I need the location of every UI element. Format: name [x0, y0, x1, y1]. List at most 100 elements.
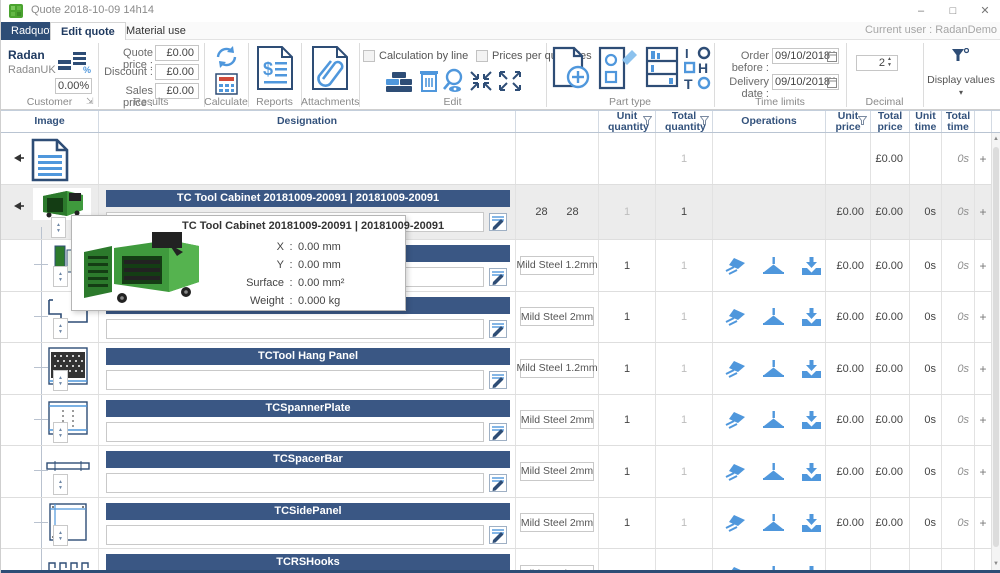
- expand-all-icon[interactable]: [498, 70, 522, 92]
- designation-header[interactable]: TCSidePanel: [106, 503, 510, 520]
- bend-operation-icon[interactable]: [763, 463, 784, 481]
- calculator-icon[interactable]: [215, 73, 238, 95]
- decimal-precision-spinner[interactable]: ▲▼: [887, 56, 892, 68]
- material-field[interactable]: Mild Steel 2mm: [520, 513, 594, 532]
- fold-operation-icon[interactable]: [801, 360, 822, 378]
- quantity-stepper[interactable]: ▲▼: [53, 370, 68, 391]
- designation-header[interactable]: TCTool Hang Panel: [106, 348, 510, 365]
- cut-operation-icon[interactable]: [725, 463, 746, 481]
- scroll-down-button[interactable]: ▼: [992, 558, 1000, 570]
- fold-operation-icon[interactable]: [801, 514, 822, 532]
- header-image[interactable]: Image: [1, 111, 99, 132]
- delivery-calendar-icon[interactable]: [827, 77, 837, 88]
- header-total-quantity[interactable]: Total quantity: [656, 111, 713, 132]
- tab-edit-quote[interactable]: Edit quote: [50, 22, 126, 40]
- material-field[interactable]: Mild Steel 2mm: [520, 410, 594, 429]
- cut-operation-icon[interactable]: [725, 257, 746, 275]
- add-part-icon[interactable]: [552, 46, 590, 90]
- add-operation-button[interactable]: +: [975, 498, 992, 548]
- order-calendar-icon[interactable]: [827, 51, 837, 62]
- cut-operation-icon[interactable]: [725, 360, 746, 378]
- customer-discount-field[interactable]: 0.00%: [55, 78, 92, 94]
- display-values-label[interactable]: Display values: [923, 74, 999, 86]
- fold-operation-icon[interactable]: [801, 411, 822, 429]
- edit-designation-icon[interactable]: [489, 320, 507, 338]
- discount-field[interactable]: £0.00: [155, 64, 199, 80]
- fold-operation-icon[interactable]: [801, 257, 822, 275]
- preview-icon[interactable]: [441, 68, 465, 93]
- header-total-price[interactable]: Total price: [871, 111, 910, 132]
- calculation-by-line-checkbox[interactable]: [363, 50, 375, 62]
- cut-operation-icon[interactable]: [725, 308, 746, 326]
- quantity-stepper[interactable]: ▲▼: [51, 217, 66, 238]
- material-field[interactable]: Mild Steel 1.2mm: [520, 256, 594, 275]
- edit-designation-icon[interactable]: [489, 423, 507, 441]
- quantity-stepper[interactable]: ▲▼: [53, 525, 68, 546]
- scrollbar-thumb[interactable]: [993, 147, 999, 547]
- table-row-part[interactable]: ▲▼ TCSpannerPlate Mild Steel 2mm 1 1: [1, 395, 1000, 446]
- fold-operation-icon[interactable]: [801, 463, 822, 481]
- header-unit-time[interactable]: Unit time: [910, 111, 942, 132]
- header-operations[interactable]: Operations: [713, 111, 826, 132]
- bend-operation-icon[interactable]: [763, 308, 784, 326]
- table-row-part[interactable]: ▲▼ TCTool Hang Panel Mild Steel 1.2mm 1 …: [1, 343, 1000, 395]
- tab-material-use[interactable]: Material use: [116, 22, 196, 40]
- designation-input[interactable]: [106, 422, 484, 442]
- material-field[interactable]: Mild Steel 2mm: [520, 307, 594, 326]
- edit-part-icon[interactable]: [598, 46, 638, 90]
- quantity-stepper[interactable]: ▲▼: [53, 266, 68, 287]
- header-designation[interactable]: Designation: [99, 111, 516, 132]
- add-operation-button[interactable]: +: [975, 240, 992, 291]
- display-values-filter-icon[interactable]: [951, 48, 969, 63]
- table-row-part[interactable]: ▲▼ TCSpacerBar Mild Steel 2mm 1 1: [1, 446, 1000, 498]
- quantity-stepper[interactable]: ▲▼: [53, 318, 68, 339]
- header-unit-quantity[interactable]: Unit quantity: [599, 111, 656, 132]
- filter-icon[interactable]: [643, 116, 652, 125]
- header-unit-price[interactable]: Unit price: [826, 111, 871, 132]
- cut-operation-icon[interactable]: [725, 514, 746, 532]
- delete-icon[interactable]: [420, 69, 438, 92]
- part-thumbnail[interactable]: [45, 460, 91, 472]
- bricks-icon[interactable]: [384, 70, 414, 92]
- edit-designation-icon[interactable]: [489, 526, 507, 544]
- add-operation-button[interactable]: +: [975, 185, 992, 239]
- add-operation-button[interactable]: +: [975, 343, 992, 394]
- maximize-button[interactable]: □: [937, 0, 969, 22]
- table-row-part[interactable]: ▲▼ TCSidePanel Mild Steel 2mm 1 1: [1, 498, 1000, 549]
- quantity-stepper[interactable]: ▲▼: [53, 422, 68, 443]
- table-row-quote[interactable]: 1 £0.00 0s +: [1, 133, 1000, 185]
- collapse-all-icon[interactable]: [469, 70, 493, 92]
- display-values-caret-icon[interactable]: ▾: [923, 88, 999, 97]
- recalculate-icon[interactable]: [213, 44, 240, 70]
- scroll-up-button[interactable]: ▲: [992, 133, 1000, 145]
- quantity-stepper[interactable]: ▲▼: [53, 474, 68, 495]
- collapse-arrow-icon[interactable]: [14, 202, 24, 210]
- vertical-scrollbar[interactable]: ▲ ▼: [991, 133, 1000, 570]
- designation-input[interactable]: [106, 370, 484, 390]
- material-field[interactable]: Mild Steel 1.2mm: [520, 359, 594, 378]
- edit-designation-icon[interactable]: [489, 474, 507, 492]
- fold-operation-icon[interactable]: [801, 308, 822, 326]
- header-total-time[interactable]: Total time: [942, 111, 975, 132]
- prices-per-quantities-checkbox[interactable]: [476, 50, 488, 62]
- header-material[interactable]: [516, 111, 599, 132]
- designation-header[interactable]: TCSpacerBar: [106, 451, 510, 468]
- bend-operation-icon[interactable]: [763, 257, 784, 275]
- filter-icon[interactable]: [700, 116, 709, 125]
- customer-dialog-launcher-icon[interactable]: ⇲: [86, 96, 94, 107]
- add-operation-button[interactable]: +: [975, 446, 992, 497]
- bend-operation-icon[interactable]: [763, 360, 784, 378]
- group-label-reports[interactable]: Reports: [248, 96, 301, 108]
- minimize-button[interactable]: –: [905, 0, 937, 22]
- add-operation-button[interactable]: +: [975, 292, 992, 342]
- cut-operation-icon[interactable]: [725, 411, 746, 429]
- designation-header[interactable]: TCRSHooks: [106, 554, 510, 571]
- designation-header[interactable]: TCSpannerPlate: [106, 400, 510, 417]
- bend-operation-icon[interactable]: [763, 514, 784, 532]
- add-operation-button[interactable]: +: [975, 395, 992, 445]
- assembly-cabinet-icon[interactable]: [645, 46, 679, 90]
- edit-designation-icon[interactable]: [489, 213, 507, 231]
- designation-input[interactable]: [106, 473, 484, 493]
- close-button[interactable]: ✕: [969, 0, 1000, 22]
- group-label-calculate[interactable]: Calculate: [204, 96, 248, 108]
